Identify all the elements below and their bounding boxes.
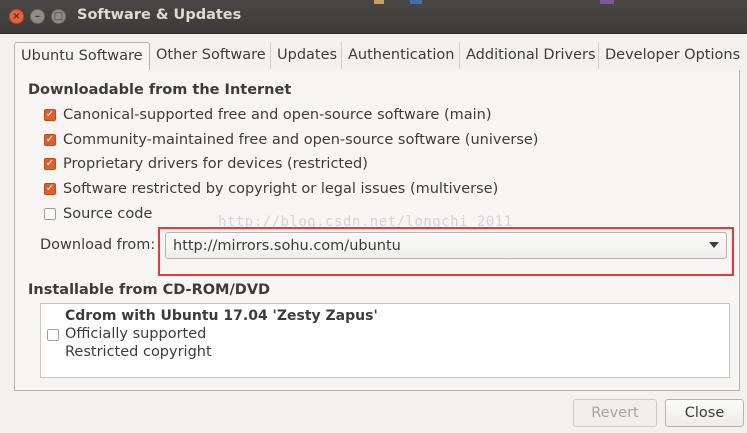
window-title: Software & Updates [77,7,242,23]
cdrom-copyright-text: Restricted copyright [65,344,212,360]
checkbox-label: Proprietary drivers for devices (restric… [63,156,368,172]
watermark: http://blog.csdn.net/longchi_2011 [218,214,513,230]
checkbox-checked-icon[interactable]: ✓ [44,158,56,170]
checkbox-label: Source code [63,206,153,222]
maximize-icon: □ [53,10,64,22]
tab-other-software[interactable]: Other Software [150,42,271,69]
revert-button[interactable]: Revert [573,399,657,427]
cdrom-list: Cdrom with Ubuntu 17.04 'Zesty Zapus' Of… [40,303,730,378]
download-server-value: http://mirrors.sohu.com/ubuntu [173,237,401,254]
tab-label: Additional Drivers [466,47,596,63]
close-icon: × [12,10,21,22]
title-bar: × – □ Software & Updates [0,0,747,34]
tab-label: Updates [277,47,338,63]
background-decoration [600,0,614,4]
maximize-window-button[interactable]: □ [51,9,66,24]
tab-updates[interactable]: Updates [271,42,342,69]
checkbox-unchecked-icon[interactable] [44,208,56,220]
tab-developer-options[interactable]: Developer Options [599,42,740,69]
checkbox-label: Software restricted by copyright or lega… [63,181,499,197]
checkbox-source-code[interactable]: Source code [44,204,152,224]
tab-ubuntu-software[interactable]: Ubuntu Software [14,42,150,71]
checkbox-label: Community-maintained free and open-sourc… [63,132,539,148]
cdrom-title: Cdrom with Ubuntu 17.04 'Zesty Zapus' [65,308,378,324]
checkbox-main[interactable]: ✓ Canonical-supported free and open-sour… [44,105,492,125]
close-window-button[interactable]: × [9,9,24,24]
tab-authentication[interactable]: Authentication [342,42,460,69]
background-decoration [410,0,422,4]
minimize-icon: – [35,10,40,22]
tab-label: Developer Options [605,47,741,63]
background-decoration [374,0,384,4]
cdrom-heading: Installable from CD-ROM/DVD [28,282,271,298]
tab-label: Authentication [348,47,455,63]
cdrom-support-text: Officially supported [65,326,207,342]
checkbox-checked-icon[interactable]: ✓ [44,183,56,195]
dropdown-arrow-icon [709,242,719,248]
downloadable-heading: Downloadable from the Internet [28,82,292,98]
close-button[interactable]: Close [665,399,744,427]
checkbox-checked-icon[interactable]: ✓ [44,134,56,146]
minimize-window-button[interactable]: – [30,9,45,24]
checkbox-restricted[interactable]: ✓ Proprietary drivers for devices (restr… [44,154,368,174]
checkbox-checked-icon[interactable]: ✓ [44,109,56,121]
tab-label: Ubuntu Software [21,48,143,64]
tab-label: Other Software [156,47,266,63]
tab-bar: Ubuntu Software Other Software Updates A… [14,42,740,71]
download-server-dropdown[interactable]: http://mirrors.sohu.com/ubuntu [165,232,727,259]
checkbox-label: Canonical-supported free and open-source… [63,107,492,123]
checkbox-universe[interactable]: ✓ Community-maintained free and open-sou… [44,130,538,150]
cdrom-checkbox[interactable] [47,329,59,341]
tab-additional-drivers[interactable]: Additional Drivers [460,42,599,69]
download-from-label: Download from: [40,237,156,253]
checkbox-multiverse[interactable]: ✓ Software restricted by copyright or le… [44,179,498,199]
